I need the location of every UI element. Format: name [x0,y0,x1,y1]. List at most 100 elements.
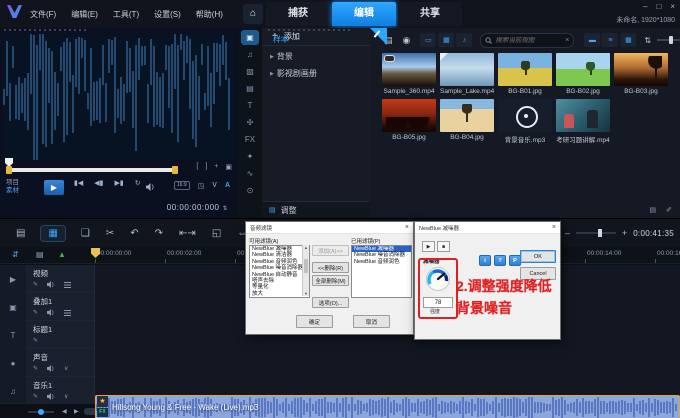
media-filter-button[interactable]: ♪ [456,33,472,47]
track-edit-icon[interactable]: ✎ [33,393,38,400]
library-category-icon[interactable]: ✣ [241,115,259,130]
workspace-tab[interactable]: 共享 [398,2,462,26]
timecode-stepper-icon[interactable]: ⇅ [222,206,228,212]
trim-end-handle[interactable] [172,166,178,174]
clear-search-icon[interactable]: × [565,37,569,44]
media-item[interactable]: 考研习题讲解.mp4 [556,99,610,144]
close-icon[interactable]: × [405,224,409,231]
trim-tool-icon[interactable]: + [214,163,218,171]
ok-button[interactable]: 确定 [296,315,333,328]
track-edit-icon[interactable]: ✎ [33,309,38,316]
timeline-tool-icon[interactable]: ▦ [41,226,64,241]
media-item[interactable]: 背景音乐.mp3 [498,99,552,144]
preview-play-button[interactable]: ▶ [422,241,435,252]
track-mute-icon[interactable] [47,393,55,400]
filter-list-item[interactable]: NewBlue 音频润色 [352,259,411,265]
library-category-icon[interactable]: ▣ [241,30,259,45]
resize-icon[interactable]: ◳ [198,182,205,190]
transport-button-icon[interactable]: ◀▮ [94,179,103,187]
search-box[interactable]: × [480,33,574,48]
panel-drag-handle[interactable] [4,29,89,31]
aspect-ratio-button[interactable]: 16:9 [174,181,190,190]
remove-filter-button[interactable]: <<删除(R) [312,262,349,273]
library-category-icon[interactable]: ⊙ [241,183,259,198]
audio-toggle[interactable]: A [225,182,230,189]
preview-timecode[interactable]: 00:00:00:000⇅ [167,203,228,212]
media-thumbnail[interactable] [614,53,668,86]
window-control-button[interactable]: × [670,2,675,11]
sort-icon[interactable]: ⇅ [644,36,651,45]
filter-list-item[interactable]: 放大 [250,291,309,297]
options-button[interactable]: 选项(O)... [312,297,349,308]
timeline-tool-icon[interactable]: ◱ [212,228,221,239]
expand-arrow-icon[interactable]: ▶ [270,71,274,77]
zoom-out-icon[interactable]: – [565,228,570,238]
media-item[interactable]: Sample_360.mp4 [382,53,436,95]
track-edit-icon[interactable]: ✎ [33,281,38,288]
tree-item[interactable]: 样本 [270,34,370,45]
filter-list-item[interactable]: NewBlue 噪音消除器 [250,265,309,271]
gallery-option-icon[interactable]: ▤ [650,206,657,214]
tree-item[interactable]: ▶影视剧画册 [270,68,370,79]
remove-all-button[interactable]: 全部删除(M) [312,275,349,286]
scroll-left-icon[interactable]: ◀ [62,408,67,415]
transport-button-icon[interactable]: ▶▮ [115,179,124,187]
media-thumbnail[interactable] [382,53,436,86]
track-header[interactable]: 叠加1 ✎ ∨ [26,293,95,321]
menu-item[interactable]: 文件(F) [30,9,56,20]
menu-item[interactable]: 编辑(E) [71,9,98,20]
track-edit-icon[interactable]: ✎ [33,337,38,344]
preview-mode[interactable]: 项目 [6,179,19,187]
media-thumbnail[interactable] [556,53,610,86]
mini-button[interactable]: i [479,255,491,266]
library-category-icon[interactable]: ∿ [241,166,259,181]
view-mode-button[interactable]: ▦ [620,33,636,47]
add-filter-button[interactable]: 添加(A)>> [312,245,349,256]
timeline-tool-icon[interactable]: ▤ [16,228,25,239]
library-category-icon[interactable]: ▨ [241,64,259,79]
view-mode-button[interactable]: ▬ [584,33,600,47]
filter-list-item[interactable]: NewBlue 噪音消除器 [352,252,411,258]
trim-tool-icon[interactable]: [ [196,163,198,171]
dialog-title-bar[interactable]: 音频滤镜 × [246,222,413,234]
volume-icon[interactable] [146,183,156,191]
track-content[interactable] [95,349,680,378]
window-control-button[interactable]: □ [656,2,661,11]
thumbnail-size-slider[interactable] [657,39,680,41]
scroll-right-icon[interactable]: ▶ [74,408,79,415]
media-thumbnail[interactable] [440,53,494,86]
media-item[interactable]: BG-B01.jpg [498,53,552,95]
media-thumbnail[interactable] [440,99,494,132]
track-mute-icon[interactable] [47,365,55,372]
media-item[interactable]: BG-B05.jpg [382,99,436,144]
timeline-tool-icon[interactable]: ❏ [81,228,90,239]
track-visibility-icon[interactable] [64,310,71,316]
trim-start-handle[interactable] [6,166,12,174]
adjust-row[interactable]: ▤ 调整 [262,201,370,218]
pin-panel-icon[interactable] [370,28,387,45]
timeline-zoom-slider[interactable] [576,232,616,234]
track-header[interactable]: 标题1 ✎ ∨ [26,321,95,349]
list-scrollbar[interactable]: ▲▼ [302,245,309,296]
workspace-tab[interactable]: 编辑 [332,2,396,26]
media-item[interactable]: Sample_Lake.mp4 [440,53,494,95]
media-item[interactable]: BG-B03.jpg [614,53,668,95]
timeline-tool-icon[interactable]: ✂ [106,228,114,239]
media-thumbnail[interactable] [382,99,436,132]
media-item[interactable]: BG-B04.jpg [440,99,494,144]
add-track-icon[interactable]: ▤ [36,250,44,259]
track-mute-icon[interactable] [47,281,55,288]
trim-tool-icon[interactable]: ] [205,163,207,171]
library-category-icon[interactable]: T [241,98,259,113]
media-thumbnail[interactable] [498,53,552,86]
tree-item[interactable]: ▶背景 [270,51,370,62]
media-filter-button[interactable]: ▦ [438,33,454,47]
zoom-in-icon[interactable]: + [622,228,627,238]
media-filter-button[interactable]: ▭ [420,33,436,47]
track-expand-icon[interactable]: ∨ [64,393,68,400]
auto-scroll-icon[interactable]: ▲ [58,250,66,259]
media-thumbnail[interactable] [498,99,552,132]
zoom-slider-thumb[interactable] [598,229,602,237]
mini-zoom-thumb[interactable] [38,409,44,415]
cancel-button[interactable]: 取消 [353,315,390,328]
